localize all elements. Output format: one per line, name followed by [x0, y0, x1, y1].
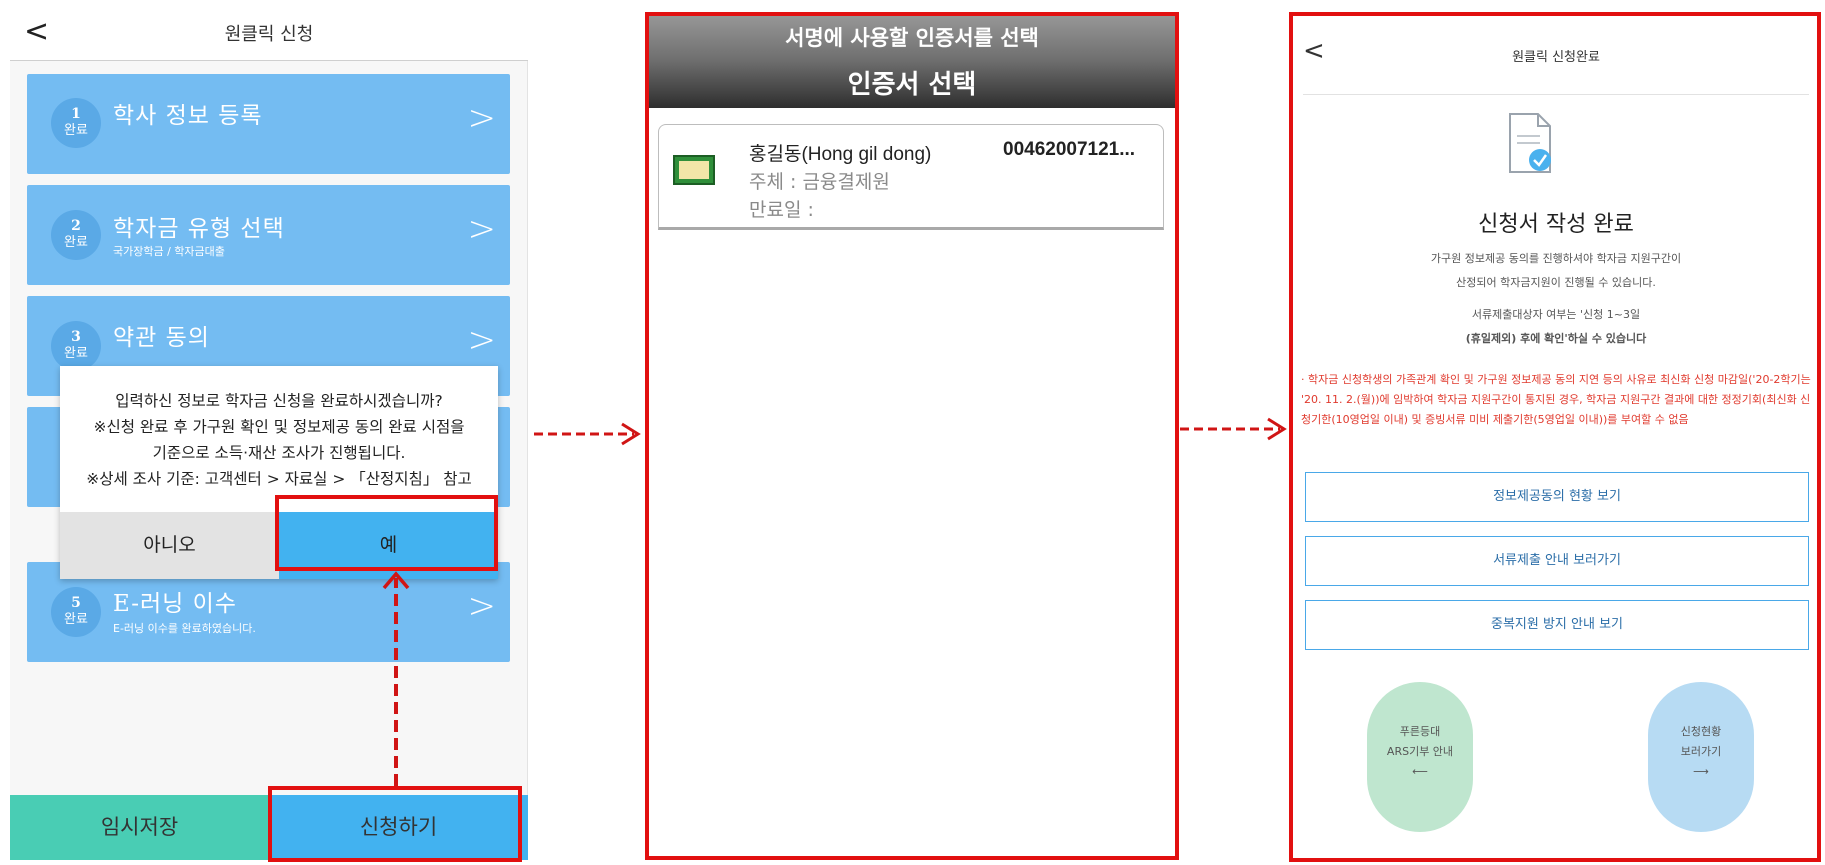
step-label: 학사 정보 등록: [113, 103, 263, 129]
completion-title: 신청서 작성 완료: [1478, 212, 1634, 237]
certificate-select-screen: 서명에 사용할 인증서를 선택 인증서 선택 홍길동(Hong gil dong…: [645, 12, 1179, 860]
app-header: < 원클릭 신청: [10, 8, 528, 61]
certificate-issuer: 주체 : 금융결제원: [749, 171, 890, 193]
step-label: 약관 동의: [113, 325, 210, 351]
step-label: E-러닝 이수: [113, 591, 237, 617]
page-title: 원클릭 신청: [224, 24, 314, 45]
duplicate-support-button[interactable]: 중복지원 방지 안내 보기: [1305, 600, 1809, 650]
page-title: 원클릭 신청완료: [1512, 50, 1600, 65]
application-status-button[interactable]: 신청현황 보러가기 ⟶: [1648, 682, 1754, 832]
chevron-right-icon: >: [467, 98, 497, 138]
up-arrow-icon: [382, 571, 410, 786]
apply-button[interactable]: 신청하기: [269, 795, 528, 860]
certificate-owner: 홍길동(Hong gil dong): [749, 144, 932, 165]
temp-save-button[interactable]: 임시저장: [10, 795, 269, 860]
step-sublabel: 국가장학금 / 학자금대출: [113, 245, 225, 258]
header-title: 인증서 선택: [847, 70, 977, 100]
arrow-left-icon: ⟵: [1412, 765, 1428, 778]
ars-donation-button[interactable]: 푸른등대 ARS기부 안내 ⟵: [1367, 682, 1473, 832]
step-loan-type[interactable]: 2 완료 학자금 유형 선택 국가장학금 / 학자금대출 >: [27, 185, 510, 285]
right-arrow-icon: [1180, 417, 1287, 441]
warning-notice: · 학자금 신청학생의 가족관계 확인 및 가구원 정보제공 동의 지연 등의 …: [1301, 373, 1811, 426]
certificate-serial: 00462007121...: [1003, 139, 1136, 160]
certificate-expiry: 만료일 :: [749, 199, 814, 221]
right-arrow-icon: [534, 422, 641, 446]
completion-desc: 산정되어 학자금지원이 진행될 수 있습니다.: [1456, 276, 1656, 289]
chevron-right-icon: >: [467, 209, 497, 249]
chevron-right-icon: >: [467, 586, 497, 626]
confirm-dialog: 입력하신 정보로 학자금 신청을 완료하시겠습니까? ※신청 완료 후 가구원 …: [60, 366, 498, 579]
document-guide-button[interactable]: 서류제출 안내 보러가기: [1305, 536, 1809, 586]
certificate-item[interactable]: 홍길동(Hong gil dong) 00462007121... 주체 : 금…: [658, 124, 1164, 230]
header-divider: [1303, 94, 1809, 95]
completion-desc: (휴일제외) 후에 확인'하실 수 있습니다: [1465, 332, 1647, 345]
step-badge: 3 완료: [51, 321, 101, 371]
dialog-message: 입력하신 정보로 학자금 신청을 완료하시겠습니까? ※신청 완료 후 가구원 …: [86, 392, 472, 488]
certificate-icon: [673, 155, 715, 185]
document-check-icon: [1509, 113, 1551, 173]
completion-desc: 서류제출대상자 여부는 '신청 1~3일: [1471, 308, 1641, 321]
no-button[interactable]: 아니오: [60, 512, 279, 579]
completion-desc: 가구원 정보제공 동의를 진행하셔야 학자금 지원구간이: [1430, 252, 1682, 265]
consent-status-button[interactable]: 정보제공동의 현황 보기: [1305, 472, 1809, 522]
step-label: 학자금 유형 선택: [113, 216, 285, 242]
chevron-right-icon: >: [467, 320, 497, 360]
application-screen: < 원클릭 신청 1 완료 학사 정보 등록 > 2 완료 학자금 유형 선택 국가…: [10, 8, 528, 860]
arrow-right-icon: ⟶: [1693, 765, 1709, 778]
header-subtitle: 서명에 사용할 인증서를 선택: [785, 26, 1039, 50]
step-badge: 1 완료: [51, 98, 101, 148]
step-sublabel: E-러닝 이수를 완료하였습니다.: [113, 622, 256, 635]
step-academic-info[interactable]: 1 완료 학사 정보 등록 >: [27, 74, 510, 174]
certificate-header: 서명에 사용할 인증서를 선택 인증서 선택: [645, 12, 1179, 108]
completion-screen: < 원클릭 신청완료 신청서 작성 완료 가구원 정보제공 동의를 진행하셔야 …: [1291, 14, 1821, 860]
step-badge: 5 완료: [51, 587, 101, 637]
step-badge: 2 완료: [51, 210, 101, 260]
